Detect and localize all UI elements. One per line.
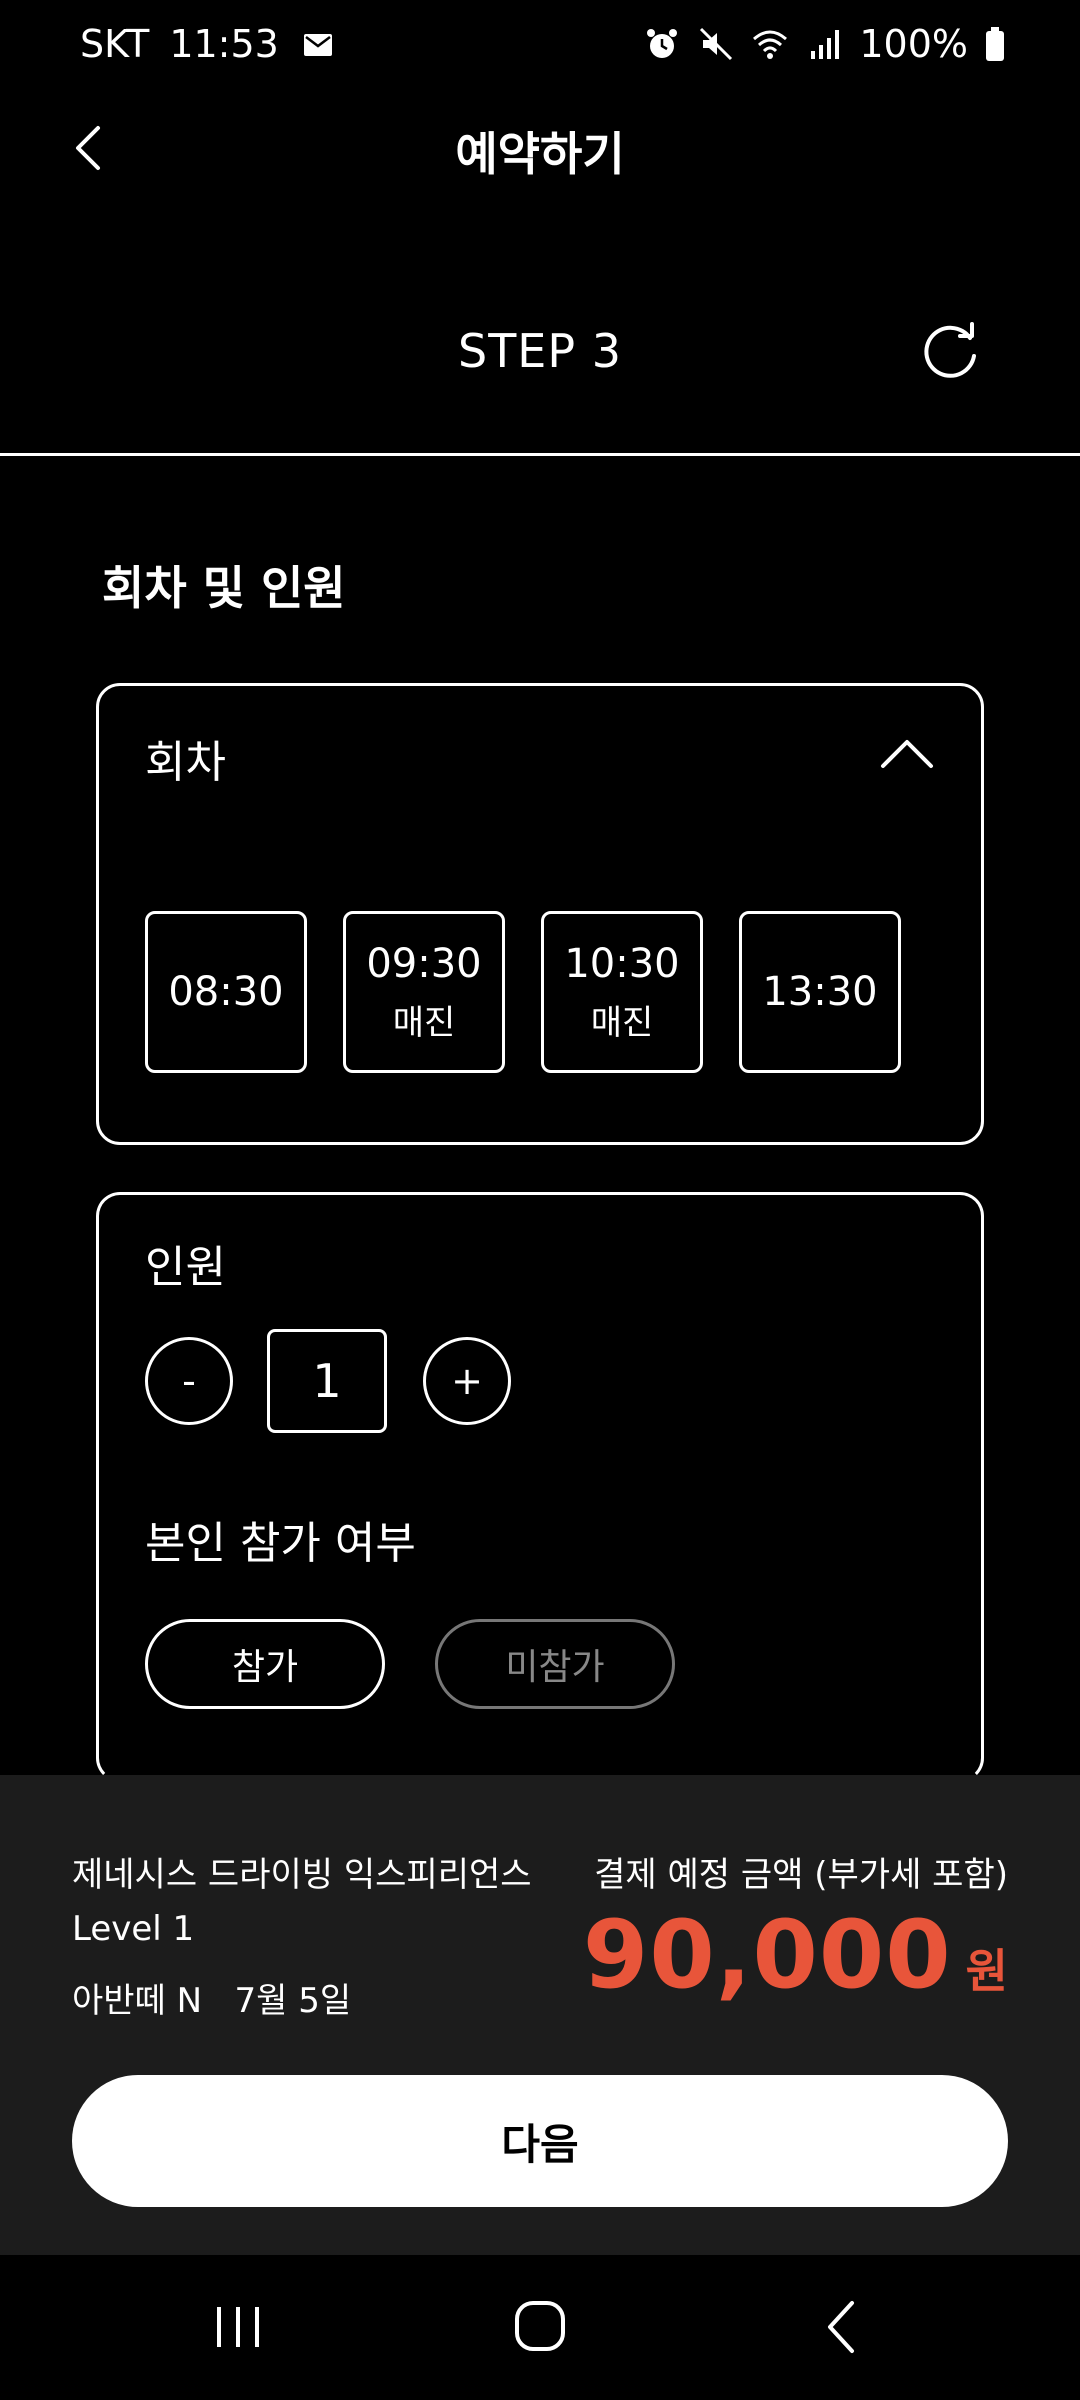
status-right: 100% bbox=[643, 22, 1006, 66]
header-divider bbox=[0, 453, 1080, 456]
status-bar: SKT 11:53 100% bbox=[0, 0, 1080, 96]
price-amount: 90,000 bbox=[582, 1901, 952, 2010]
increase-button[interactable]: + bbox=[423, 1337, 511, 1425]
venue-label: 아반떼 N bbox=[72, 1981, 203, 2021]
venue-date: 아반떼 N 7월 5일 bbox=[72, 1973, 351, 2022]
decrease-button[interactable]: - bbox=[145, 1337, 233, 1425]
sold-out-label: 매진 bbox=[392, 1002, 456, 1043]
people-card: 인원 - 1 + 본인 참가 여부 참가 미참가 bbox=[96, 1192, 984, 1782]
time-slot-time: 13:30 bbox=[762, 969, 878, 1015]
payment-label: 결제 예정 금액 (부가세 포함) bbox=[594, 1855, 1008, 1895]
refresh-icon[interactable] bbox=[920, 320, 984, 384]
price-currency: 원 bbox=[965, 1944, 1008, 1998]
status-left: SKT 11:53 bbox=[80, 22, 337, 66]
mail-notification-icon bbox=[303, 34, 332, 56]
battery-percent: 100% bbox=[859, 22, 968, 66]
time-slot-time: 09:30 bbox=[366, 940, 482, 987]
participation-label: 본인 참가 여부 bbox=[145, 1518, 416, 1569]
system-nav-bar bbox=[0, 2255, 1080, 2400]
quantity-display: 1 bbox=[267, 1329, 387, 1433]
product-name: 제네시스 드라이빙 익스피리언스 bbox=[72, 1855, 532, 1895]
section-title: 회차 및 인원 bbox=[102, 561, 346, 615]
recent-apps-icon[interactable] bbox=[203, 2295, 273, 2359]
mute-icon bbox=[700, 27, 733, 61]
time-slot-0830[interactable]: 08:30 bbox=[145, 911, 307, 1073]
page-title: 예약하기 bbox=[455, 127, 625, 181]
battery-icon bbox=[986, 27, 1004, 61]
attend-button[interactable]: 참가 bbox=[145, 1619, 385, 1709]
time-slot-time: 10:30 bbox=[564, 940, 680, 987]
home-icon[interactable] bbox=[505, 2295, 575, 2359]
product-level: Level 1 bbox=[72, 1909, 195, 1949]
next-button[interactable]: 다음 bbox=[72, 2075, 1008, 2207]
carrier-label: SKT bbox=[80, 22, 150, 66]
sold-out-label: 매진 bbox=[590, 1002, 654, 1043]
summary-panel: 제네시스 드라이빙 익스피리언스 Level 1 아반떼 N 7월 5일 결제 … bbox=[0, 1775, 1080, 2255]
session-card: 회차 08:30 09:30 매진 10:30 매진 13:30 bbox=[96, 683, 984, 1145]
nav-back-icon[interactable] bbox=[808, 2295, 878, 2359]
time-slot-0930[interactable]: 09:30 매진 bbox=[343, 911, 505, 1073]
time-slot-time: 08:30 bbox=[168, 969, 284, 1015]
signal-icon bbox=[811, 30, 840, 59]
people-label: 인원 bbox=[145, 1242, 226, 1293]
wifi-icon bbox=[753, 30, 788, 59]
clock-label: 11:53 bbox=[169, 22, 279, 66]
time-slot-1030[interactable]: 10:30 매진 bbox=[541, 911, 703, 1073]
chevron-up-icon[interactable] bbox=[877, 732, 937, 776]
time-slot-1330[interactable]: 13:30 bbox=[739, 911, 901, 1073]
price: 90,000 원 bbox=[583, 1901, 1008, 2010]
session-label: 회차 bbox=[145, 737, 226, 788]
not-attend-button[interactable]: 미참가 bbox=[435, 1619, 675, 1709]
date-label: 7월 5일 bbox=[234, 1981, 352, 2021]
step-indicator: STEP 3 bbox=[458, 324, 622, 378]
alarm-icon bbox=[647, 29, 678, 58]
